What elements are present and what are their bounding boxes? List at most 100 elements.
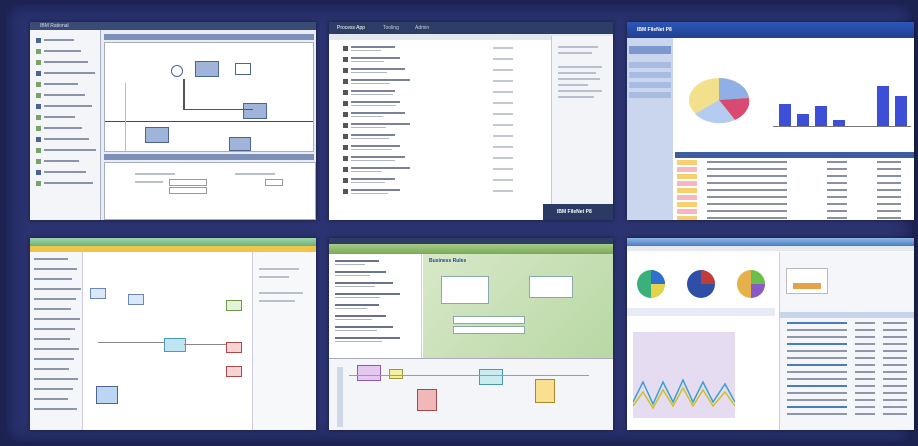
screenshot-thumbnail-task-list[interactable]: Process App Tooling Admin IBM FileNet P8 (329, 22, 613, 220)
grid-row (707, 196, 787, 198)
portal-task-meta (335, 286, 375, 287)
tab-tooling[interactable]: Tooling (383, 25, 399, 31)
screenshot-thumbnail-designer[interactable] (30, 238, 316, 430)
status-cell (677, 160, 697, 165)
properties-tab-strip (104, 154, 314, 160)
grid-cell (877, 217, 901, 219)
portal-task-meta (335, 297, 380, 298)
grid-cell (855, 378, 875, 380)
grid-cell (877, 168, 901, 170)
title-bar (329, 22, 613, 34)
grid-cell (877, 210, 901, 212)
x-axis (773, 126, 911, 127)
sidebar-item-icon (36, 126, 41, 131)
grid-cell (855, 364, 875, 366)
sidebar-item (44, 105, 92, 107)
sidebar-item-icon (36, 181, 41, 186)
sidebar-item (44, 182, 93, 184)
status-cell (677, 195, 697, 200)
grid-cell (883, 385, 907, 387)
task-date (493, 69, 513, 71)
task-icon (343, 123, 348, 128)
sidebar-item (44, 39, 74, 41)
grid-row (787, 413, 847, 415)
task-date (493, 190, 513, 192)
grid-cell (855, 329, 875, 331)
portal-task-meta (335, 275, 370, 276)
chart-tabs (627, 308, 775, 316)
task-date (493, 157, 513, 159)
sidebar-item (44, 160, 79, 162)
task-icon (343, 167, 348, 172)
portal-task (335, 293, 400, 295)
task-date (493, 80, 513, 82)
grid-cell (827, 203, 847, 205)
screenshot-thumbnail-monitor[interactable] (627, 238, 914, 430)
task-title (351, 145, 400, 147)
portal-task-meta (335, 341, 382, 342)
task-title (351, 167, 410, 169)
grid-cell (855, 350, 875, 352)
toolbar (627, 246, 914, 251)
window-title: IBM Rational (40, 23, 69, 29)
grid-row (707, 161, 787, 163)
task-title (351, 189, 400, 191)
grid-cell (877, 175, 901, 177)
grid-cell (855, 371, 875, 373)
grid-cell (827, 189, 847, 191)
tab-process-app[interactable]: Process App (337, 25, 365, 31)
grid-cell (883, 322, 907, 324)
grid-cell (883, 329, 907, 331)
palette-item (34, 368, 69, 370)
task-title (351, 46, 395, 48)
grid-cell (883, 350, 907, 352)
sidebar-item (44, 94, 85, 96)
grid-cell (855, 392, 875, 394)
screenshot-thumbnail-modeler[interactable]: IBM Rational (30, 22, 316, 220)
grid-cell (883, 406, 907, 408)
task-title (351, 156, 405, 158)
bar-mark (797, 114, 809, 126)
sidebar-item (44, 61, 88, 63)
sidebar (30, 30, 101, 220)
task-subtitle (351, 182, 385, 183)
diagram-canvas[interactable] (104, 42, 314, 152)
title-bar (30, 238, 316, 246)
task-date (493, 124, 513, 126)
portal-task (335, 337, 400, 339)
palette-item (34, 338, 70, 340)
screenshot-thumbnail-dashboard[interactable]: IBM FileNet P8 (627, 22, 914, 220)
grid-row (787, 336, 847, 338)
palette-item (34, 288, 81, 290)
properties-panel (252, 252, 316, 430)
grid-cell (883, 343, 907, 345)
tab-admin[interactable]: Admin (415, 25, 429, 31)
task-title (351, 178, 395, 180)
palette-item (34, 388, 73, 390)
task-list (329, 254, 422, 358)
form-area (423, 254, 613, 358)
bar-mark (895, 96, 907, 126)
palette-item (34, 268, 77, 270)
task-icon (343, 156, 348, 161)
portal-task (335, 260, 379, 262)
task-date (493, 91, 513, 93)
screenshot-thumbnail-portal[interactable]: Business Rules (329, 238, 613, 430)
grid-row (707, 168, 787, 170)
status-cell (677, 202, 697, 207)
grid-cell (827, 182, 847, 184)
sidebar-item-icon (36, 71, 41, 76)
sidebar-item-icon (36, 49, 41, 54)
nav-sidebar (627, 38, 673, 220)
portal-task (335, 315, 386, 317)
task-title (351, 68, 405, 70)
grid-cell (883, 364, 907, 366)
task-icon (343, 178, 348, 183)
grid-row (787, 392, 847, 394)
grid-row (787, 378, 847, 380)
sidebar-item (44, 138, 89, 140)
task-icon (343, 189, 348, 194)
task-icon (343, 46, 348, 51)
portal-task (335, 326, 393, 328)
grid-cell (855, 399, 875, 401)
